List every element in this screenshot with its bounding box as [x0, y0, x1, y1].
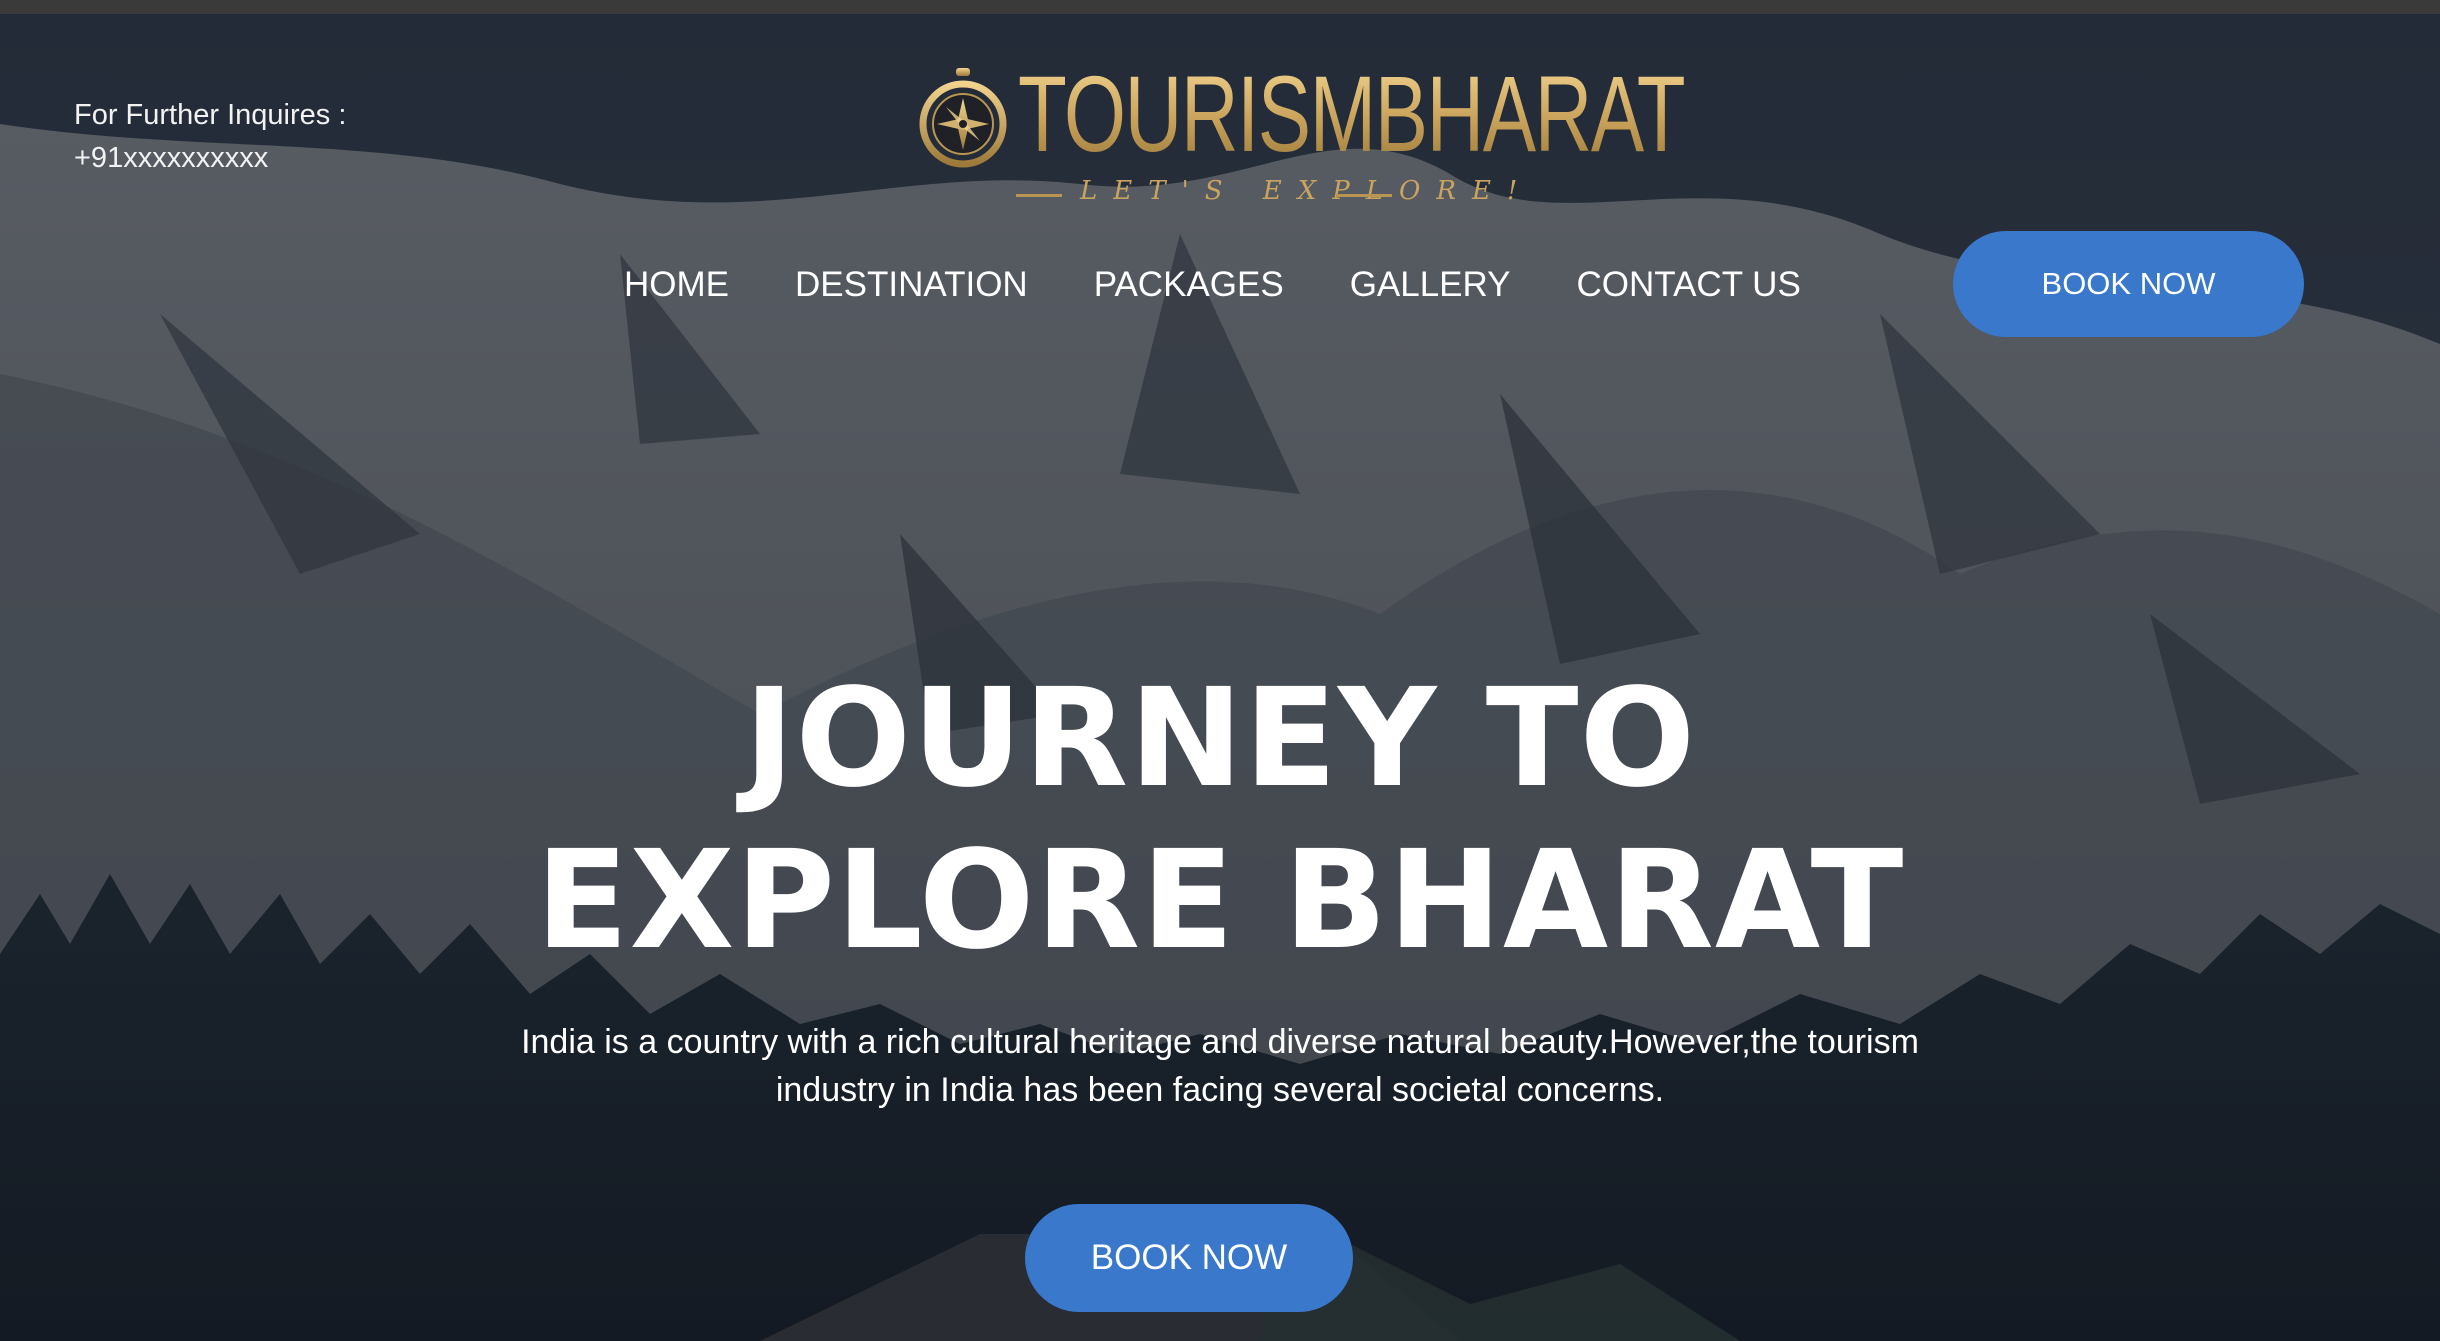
nav-contact-us[interactable]: CONTACT US — [1577, 258, 1801, 312]
main-nav: HOME DESTINATION PACKAGES GALLERY CONTAC… — [624, 258, 1801, 312]
phone-number[interactable]: +91xxxxxxxxxx — [74, 137, 346, 180]
nav-home[interactable]: HOME — [624, 258, 729, 312]
tagline-divider-right — [1336, 194, 1392, 197]
hero-description: India is a country with a rich cultural … — [360, 1018, 2080, 1114]
hero-title: JOURNEY TO EXPLORE BHARAT — [0, 658, 2440, 982]
inquiry-label: For Further Inquires : — [74, 99, 347, 131]
hero-title-line-1: JOURNEY TO — [743, 660, 1697, 818]
browser-top-strip — [0, 0, 2440, 14]
header-book-now-button[interactable]: BOOK NOW — [1953, 231, 2304, 337]
tagline-divider-left — [1016, 194, 1062, 197]
contact-info: For Further Inquires : +91xxxxxxxxxx — [74, 94, 346, 180]
hero-book-now-button[interactable]: BOOK NOW — [1025, 1204, 1353, 1312]
nav-destination[interactable]: DESTINATION — [795, 258, 1028, 312]
nav-gallery[interactable]: GALLERY — [1350, 258, 1511, 312]
hero-title-line-2: EXPLORE BHARAT — [535, 822, 1905, 980]
compass-icon — [919, 68, 1007, 168]
hero-description-line-1: India is a country with a rich cultural … — [521, 1023, 1919, 1061]
nav-packages[interactable]: PACKAGES — [1094, 258, 1284, 312]
hero-description-line-2: industry in India has been facing severa… — [775, 1071, 1665, 1109]
logo-tagline: LET'S EXPLORE! — [1080, 176, 1534, 206]
landing-page: For Further Inquires : +91xxxxxxxxxx TOU… — [0, 0, 2440, 1341]
logo-wordmark: TOURISMBHARAT — [1018, 53, 1686, 174]
site-logo[interactable]: TOURISMBHARAT LET'S EXPLORE! — [918, 58, 1686, 218]
